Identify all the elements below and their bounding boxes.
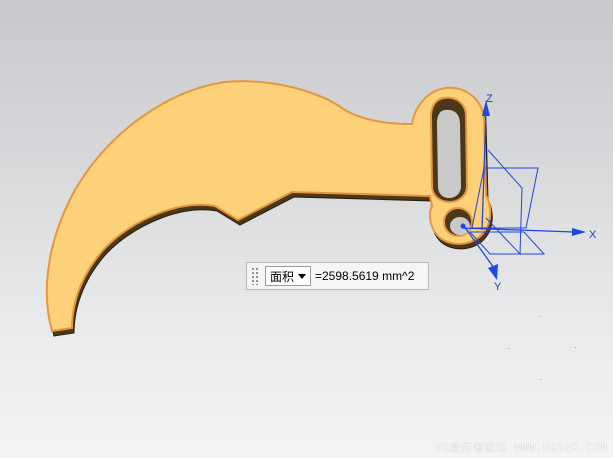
axis-label-x: X (589, 229, 597, 241)
axis-label-z: Z (486, 93, 493, 105)
chevron-down-icon[interactable] (298, 273, 306, 279)
measure-type-value: 面积 (270, 269, 295, 284)
measure-result-value: =2598.5619 mm^2 (315, 269, 415, 283)
graphics-viewport[interactable]: Z X Y (0, 0, 613, 458)
measure-type-dropdown[interactable]: 面积 (265, 266, 311, 286)
viewport-specks (508, 316, 576, 380)
drag-handle-icon[interactable] (251, 267, 259, 285)
forum-watermark: UG爱好者论坛 WWW.UGSNX.COM (435, 441, 607, 454)
slot-hole[interactable] (429, 96, 469, 204)
axis-label-y: Y (494, 281, 502, 293)
measure-area-widget[interactable]: 面积 =2598.5619 mm^2 (246, 262, 429, 290)
